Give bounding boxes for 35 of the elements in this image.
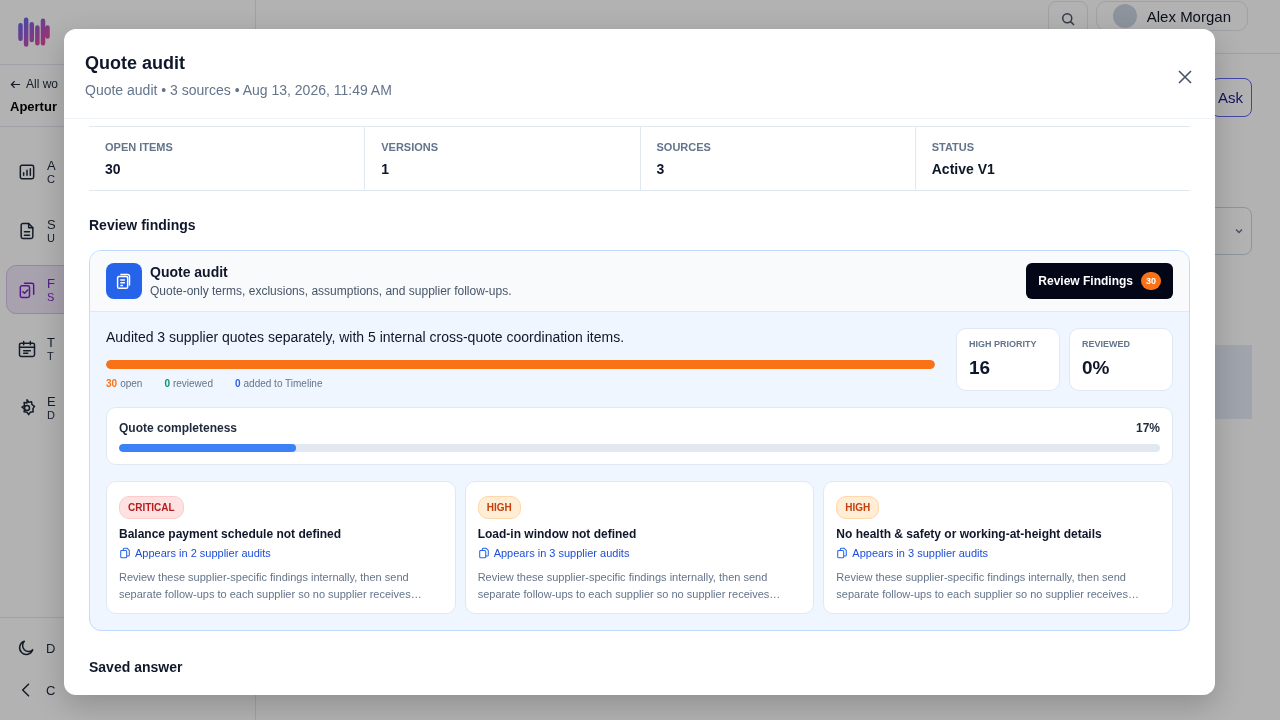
stat-label: STATUS bbox=[931, 141, 976, 153]
count-badge: 30 bbox=[1141, 272, 1161, 290]
summary-text: Audited 3 supplier quotes separately, with 5 internal cross-quote coordination items. bbox=[106, 329, 626, 345]
completeness-label: Quote completeness bbox=[119, 421, 238, 435]
workspace-name: Apertur bbox=[10, 99, 58, 114]
section-title: Review findings bbox=[89, 217, 197, 233]
stat-value: 1 bbox=[381, 161, 391, 177]
count-text: 30 open bbox=[106, 378, 143, 389]
finding-description: Review these supplier-specific findings internally, then send separate follow-ups to each supplier so no supplier receives… bbox=[119, 570, 423, 602]
severity-tag: HIGH bbox=[836, 496, 880, 519]
completeness-reading: 17% bbox=[1135, 421, 1160, 435]
stat-label: SOURCES bbox=[656, 141, 712, 153]
severity-tag: HIGH bbox=[477, 496, 521, 519]
stat-label: OPEN ITEMS bbox=[105, 141, 174, 153]
finding-description: Review these supplier-specific findings internally, then send separate follow-ups to each supplier so no supplier receives… bbox=[477, 570, 782, 602]
finding-title: Load-in window not defined bbox=[477, 527, 637, 541]
modal-title: Quote audit bbox=[85, 53, 186, 74]
metric-label: HIGH PRIORITY bbox=[969, 339, 1038, 349]
finding-title: No health & safety or working-at-height details bbox=[836, 527, 1102, 541]
card-title: Quote audit bbox=[150, 264, 229, 280]
metric-value: 16 bbox=[969, 357, 992, 379]
section-title: Saved answer bbox=[89, 659, 184, 675]
count-text: 0 reviewed bbox=[164, 378, 213, 389]
finding-description: Review these supplier-specific findings internally, then send separate follow-ups to each supplier so no supplier receives… bbox=[836, 570, 1140, 602]
metric-label: REVIEWED bbox=[1082, 339, 1131, 349]
metric-value: 0% bbox=[1082, 357, 1111, 379]
stat-label: VERSIONS bbox=[381, 141, 440, 153]
count-text: 0 added to Timeline bbox=[234, 378, 323, 389]
modal-subtitle: Quote audit • 3 sources • Aug 13, 2026, 11:49 AM bbox=[85, 82, 392, 98]
finding-title: Balance payment schedule not defined bbox=[119, 527, 342, 541]
stat-value: Active V1 bbox=[931, 161, 996, 177]
severity-tag: CRITICAL bbox=[119, 496, 184, 519]
stat-value: 30 bbox=[105, 161, 122, 177]
card-description: Quote-only terms, exclusions, assumptions, and supplier follow-ups. bbox=[150, 284, 513, 298]
stat-value: 3 bbox=[656, 161, 666, 177]
